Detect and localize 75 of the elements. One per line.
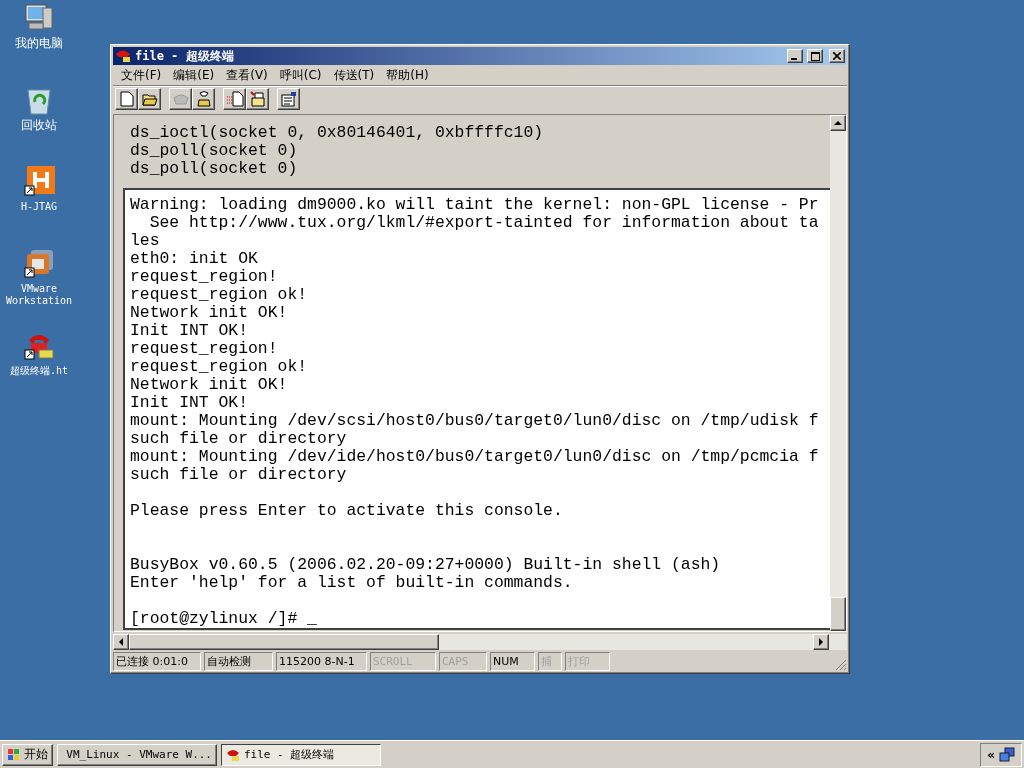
taskbar-button[interactable]: VM_Linux - VMware W... (57, 743, 217, 766)
terminal-line: See http://www.tux.org/lkml/#export-tainted for information about ta (148, 214, 820, 232)
status-pane: 已连接 0:01:0 (113, 652, 201, 671)
toolbar-button[interactable] (277, 88, 300, 110)
taskbar-button[interactable]: file - 超级终端 (221, 743, 381, 766)
menu-item[interactable]: 编辑(E) (169, 66, 219, 84)
terminal-line: Enter 'help' for a list of built-in commands. (130, 574, 574, 592)
resize-grip-icon (835, 659, 847, 671)
network-icon (999, 746, 1015, 763)
status-pane: 自动检测 (204, 652, 273, 671)
desktop-icon-label[interactable]: 回收站 (21, 119, 57, 131)
terminal-line: Init INT OK! (130, 394, 250, 412)
terminal-line: Network init OK! (130, 304, 289, 322)
horizontal-scrollbar[interactable] (113, 634, 847, 650)
close-icon (833, 52, 841, 60)
desktop-icon-label[interactable]: 我的电脑 (15, 37, 63, 49)
terminal-line: eth0: init OK (130, 250, 259, 268)
toolbar-button[interactable] (138, 88, 161, 110)
terminal-line: Init INT OK! (130, 322, 250, 340)
menu-item[interactable]: 帮助(H) (382, 66, 433, 84)
menu-item[interactable]: 查看(V) (222, 66, 272, 84)
up-arrow-icon[interactable] (834, 120, 842, 126)
terminal-line: [root@zylinux /]# _ (130, 610, 318, 628)
maximize-button[interactable] (807, 49, 823, 63)
scrollbar-thumb[interactable] (129, 634, 439, 650)
terminal-line: such file or directory (130, 430, 348, 448)
terminal-line: such file or directory (130, 466, 348, 484)
vmware-icon (23, 248, 55, 280)
maximize-icon (810, 51, 820, 61)
menu-item[interactable]: 传送(T) (329, 66, 379, 84)
desktop-icon-label[interactable]: VMware Workstation (0, 283, 78, 307)
terminal-line: Warning: loading dm9000.ko will taint the kernel: non-GPL license - Pr (130, 196, 820, 214)
right-arrow-icon[interactable] (818, 638, 824, 646)
terminal-line: request_region! (130, 268, 279, 286)
status-pane: 115200 8-N-1 (276, 652, 367, 671)
terminal-line: request_region ok! (130, 358, 309, 376)
menu-item[interactable]: 呼叫(C) (275, 66, 326, 84)
show-hidden-icons-button[interactable]: « (987, 747, 995, 762)
status-pane: NUM (490, 652, 535, 671)
toolbar-button[interactable] (246, 88, 269, 110)
minimize-button[interactable] (787, 49, 803, 63)
terminal-line: Network init OK! (130, 376, 289, 394)
open-folder-icon (141, 92, 158, 106)
receive-file-icon (248, 91, 267, 107)
telephone-icon (226, 747, 240, 762)
terminal-line: request_region! (130, 340, 279, 358)
menu-item[interactable]: 文件(F) (117, 66, 166, 84)
vertical-scrollbar[interactable] (830, 115, 846, 631)
desktop-icon-label[interactable]: 超级终端.ht (9, 365, 69, 377)
window-title: file - 超级终端 (135, 47, 235, 65)
phone-icon (172, 92, 189, 106)
phone-icon (196, 91, 211, 107)
start-button[interactable]: 开始 (2, 743, 53, 766)
terminal-line: mount: Mounting /dev/scsi/host0/bus0/target0/lun0/disc on /tmp/udisk f (130, 412, 820, 430)
toolbar-button[interactable] (192, 88, 215, 110)
h-logo-icon (23, 166, 55, 198)
left-arrow-icon[interactable] (118, 638, 124, 646)
windows-logo-icon (7, 747, 21, 762)
terminal-line: ds_poll(socket 0) (130, 142, 299, 160)
terminal-line: les (130, 232, 161, 250)
terminal-line: request_region ok! (130, 286, 309, 304)
terminal-line: Please press Enter to activate this console. (130, 502, 564, 520)
terminal-line: mount: Mounting /dev/ide/host0/bus0/target0/lun0/disc on /tmp/pcmcia f (130, 448, 820, 466)
close-button[interactable] (829, 49, 845, 63)
scrollbar-thumb[interactable] (830, 597, 846, 631)
send-file-icon (225, 91, 244, 107)
terminal-line: ds_ioctl(socket 0, 0x80146401, 0xbffffc10) (130, 124, 545, 142)
terminal-line: ds_poll(socket 0) (130, 160, 299, 178)
new-file-icon (119, 91, 134, 107)
properties-icon (280, 91, 297, 107)
desktop-icon-label[interactable]: H-JTAG (20, 201, 58, 213)
toolbar-button[interactable] (115, 88, 138, 110)
telephone-icon (115, 49, 131, 63)
toolbar-button[interactable] (223, 88, 246, 110)
terminal-line: BusyBox v0.60.5 (2006.02.20-09:27+0000) Built-in shell (ash) (130, 556, 722, 574)
